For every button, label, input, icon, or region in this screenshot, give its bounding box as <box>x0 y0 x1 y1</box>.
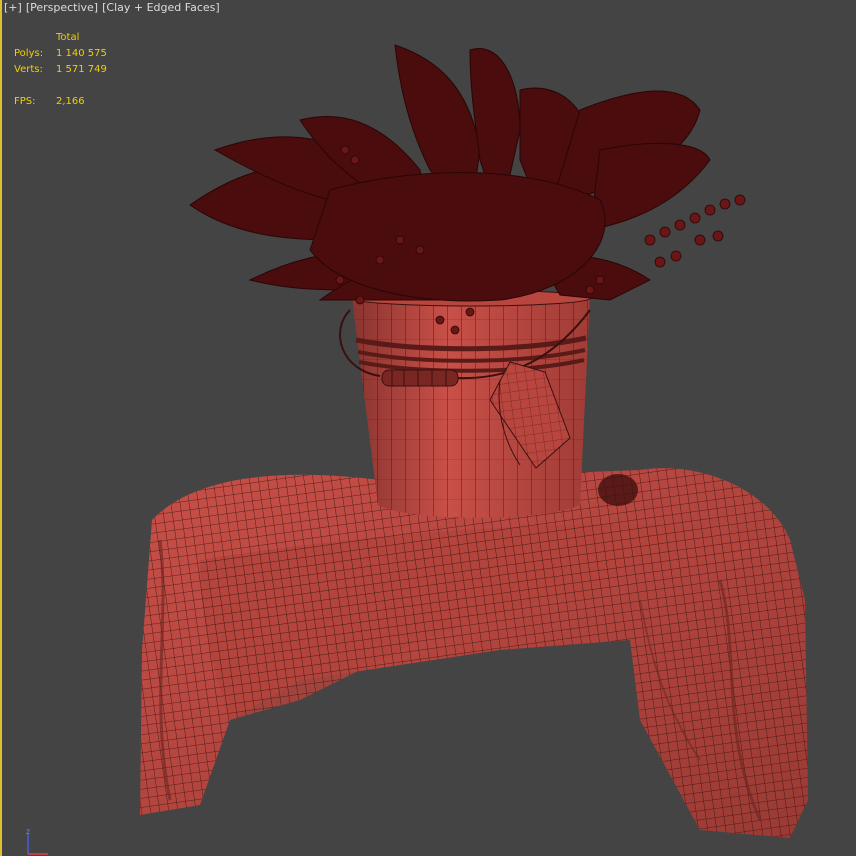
pine-cone <box>598 474 638 506</box>
tablecloth <box>140 468 808 838</box>
scene-render[interactable] <box>0 0 856 856</box>
z-axis-label: z <box>26 827 30 836</box>
axis-gizmo: z <box>26 827 48 855</box>
bucket <box>339 289 592 518</box>
pine-branches <box>189 44 711 302</box>
viewport-perspective[interactable]: [+] [Perspective] [Clay + Edged Faces] T… <box>0 0 856 856</box>
